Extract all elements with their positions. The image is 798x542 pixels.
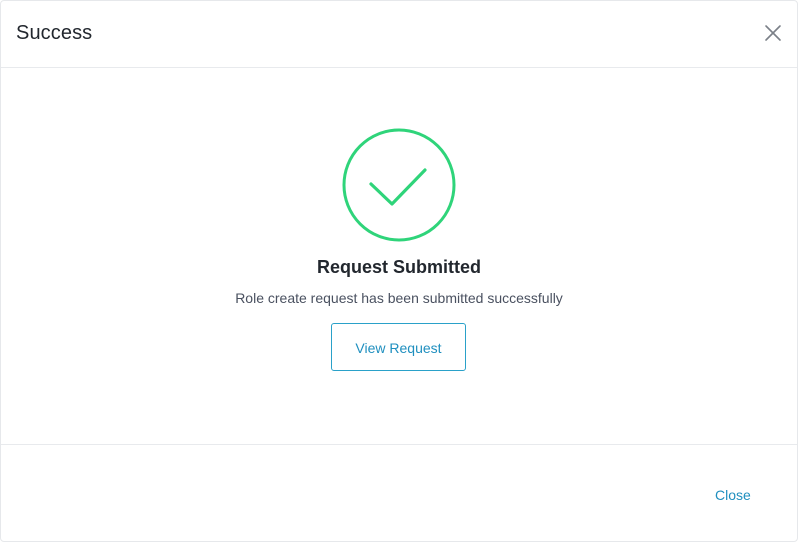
status-title: Request Submitted [316,257,481,277]
dialog-body: Request Submitted Role create request ha… [1,68,797,445]
check-circle-icon [341,127,457,243]
dialog-title: Success [16,22,93,44]
close-button[interactable]: Close [715,485,751,505]
success-dialog: Success Request Submitted Role create re… [0,0,798,542]
dialog-footer: Close [1,445,797,541]
status-message: Role create request has been submitted s… [235,290,563,306]
view-request-button[interactable]: View Request [331,323,466,371]
close-icon[interactable] [761,21,785,45]
dialog-header: Success [1,1,797,68]
